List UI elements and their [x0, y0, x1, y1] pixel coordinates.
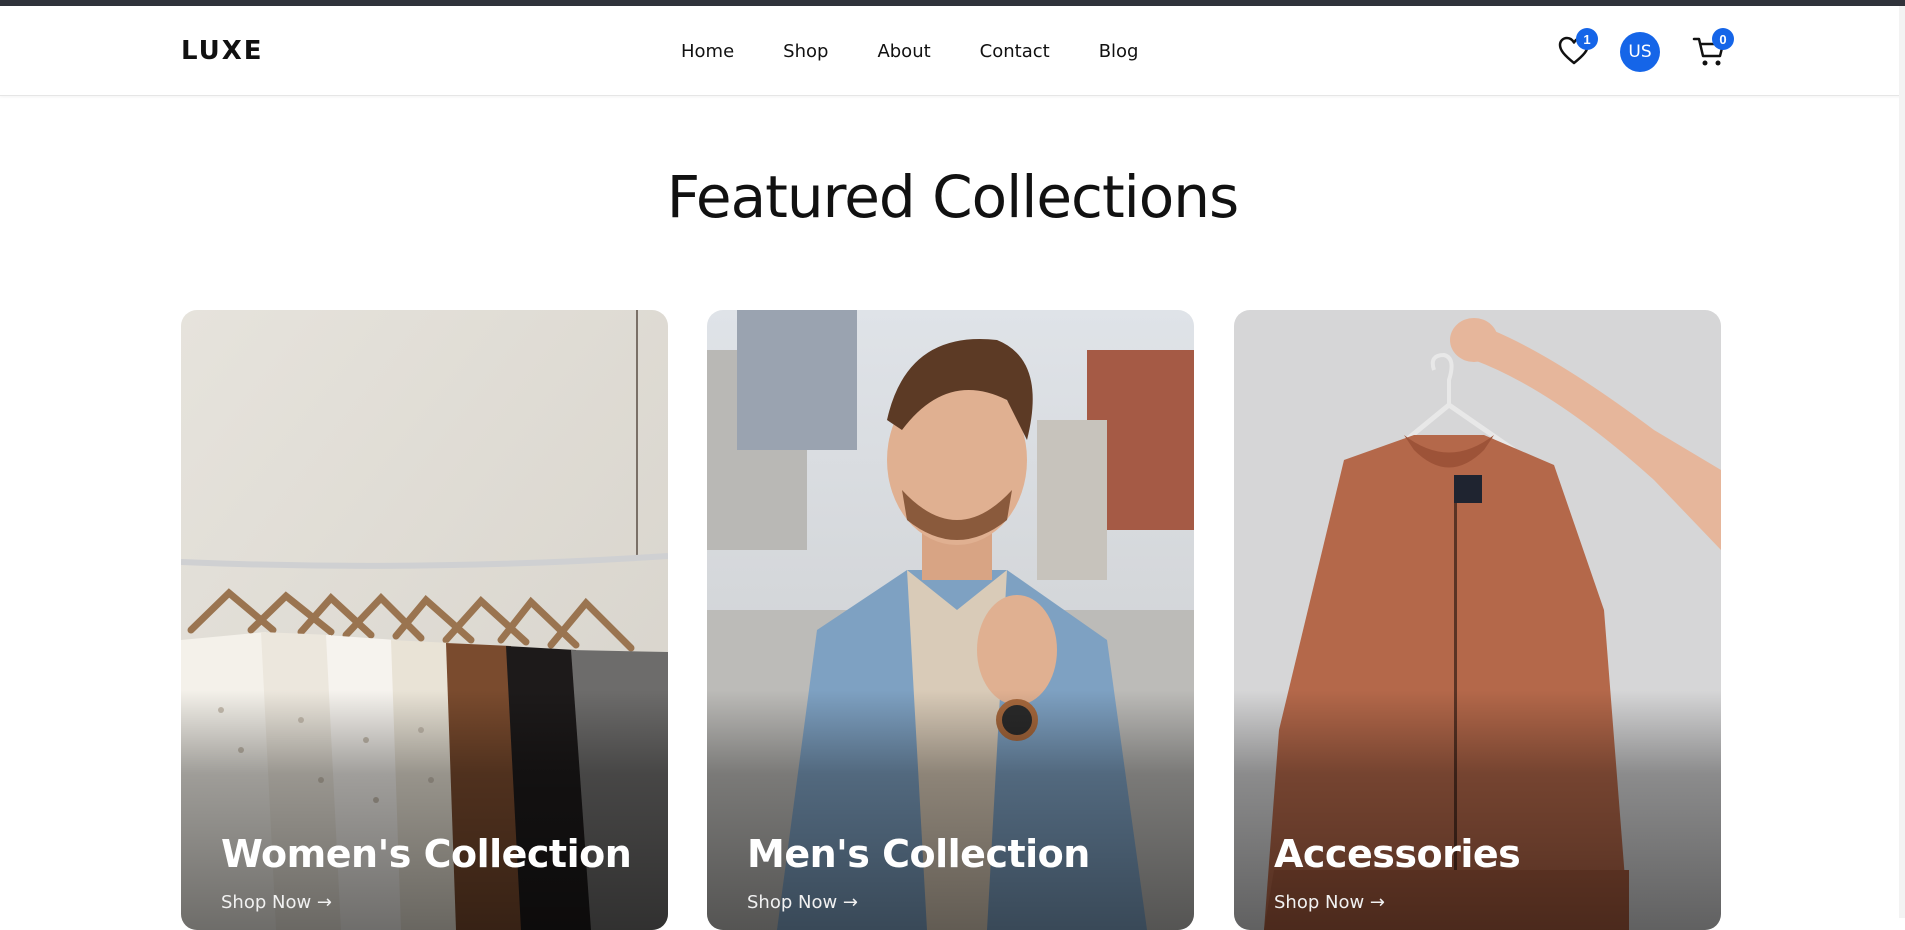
page-title: Featured Collections — [666, 163, 1240, 231]
shop-now-link[interactable]: Shop Now → — [747, 892, 858, 913]
nav-shop[interactable]: Shop — [783, 41, 828, 62]
nav-contact[interactable]: Contact — [980, 41, 1050, 62]
card-title: Men's Collection — [747, 832, 1090, 876]
scrollbar-track[interactable] — [1899, 6, 1905, 918]
collection-card-women[interactable]: Women's Collection Shop Now → — [181, 310, 668, 930]
shop-now-link[interactable]: Shop Now → — [221, 892, 332, 913]
collection-card-men[interactable]: Men's Collection Shop Now → — [707, 310, 1194, 930]
collection-card-accessories[interactable]: Accessories Shop Now → — [1234, 310, 1721, 930]
shop-now-link[interactable]: Shop Now → — [1274, 892, 1385, 913]
card-title: Accessories — [1274, 832, 1521, 876]
nav-about[interactable]: About — [877, 41, 930, 62]
site-header: LUXE Home Shop About Contact Blog 1 US 0 — [0, 6, 1905, 96]
cart-button[interactable]: 0 — [1692, 28, 1734, 73]
wishlist-count-badge: 1 — [1576, 28, 1598, 50]
card-title: Women's Collection — [221, 832, 632, 876]
main-nav: Home Shop About Contact Blog — [681, 41, 1187, 62]
logo[interactable]: LUXE — [181, 36, 264, 66]
user-avatar[interactable]: US — [1620, 32, 1660, 72]
cart-count-badge: 0 — [1712, 28, 1734, 50]
nav-blog[interactable]: Blog — [1099, 41, 1139, 62]
nav-home[interactable]: Home — [681, 41, 734, 62]
wishlist-button[interactable]: 1 — [1558, 28, 1598, 71]
